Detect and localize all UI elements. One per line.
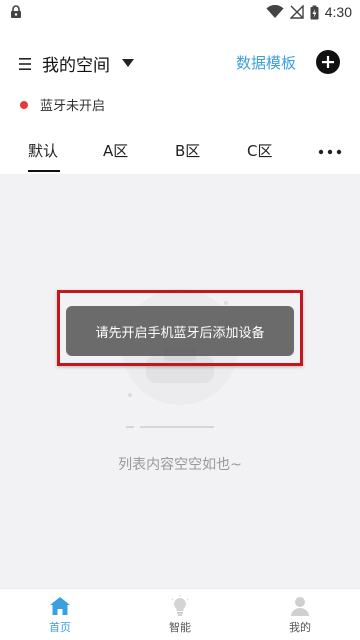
battery-charging-icon bbox=[310, 5, 319, 19]
status-bar: 4:30 bbox=[0, 0, 360, 24]
more-dots-icon[interactable] bbox=[318, 148, 342, 156]
bottom-nav: 首页 智能 我的 bbox=[0, 588, 360, 640]
nav-item-smart[interactable]: 智能 bbox=[120, 589, 240, 640]
toast-message: 请先开启手机蓝牙后添加设备 bbox=[66, 306, 294, 356]
no-signal-icon bbox=[289, 5, 304, 19]
header: 我的空间 数据模板 蓝牙未开启 默认 A区 B区 C区 bbox=[0, 24, 360, 174]
nav-item-home[interactable]: 首页 bbox=[0, 589, 120, 640]
bluetooth-status: 蓝牙未开启 bbox=[0, 94, 200, 116]
wifi-icon bbox=[266, 5, 284, 18]
nav-label-mine: 我的 bbox=[289, 621, 311, 634]
user-icon bbox=[291, 597, 309, 616]
nav-label-home: 首页 bbox=[49, 621, 71, 634]
tab-area-a[interactable]: A区 bbox=[103, 140, 128, 161]
lock-icon bbox=[11, 5, 21, 18]
toast-text: 请先开启手机蓝牙后添加设备 bbox=[95, 325, 265, 341]
add-button[interactable] bbox=[316, 50, 340, 74]
data-template-link[interactable]: 数据模板 bbox=[236, 52, 296, 73]
bulb-icon bbox=[171, 595, 189, 616]
nav-item-mine[interactable]: 我的 bbox=[240, 589, 360, 640]
area-tabs: 默认 A区 B区 C区 bbox=[0, 136, 360, 174]
bluetooth-status-dot bbox=[20, 101, 28, 109]
caret-down-icon[interactable] bbox=[121, 58, 135, 68]
space-title[interactable]: 我的空间 bbox=[42, 51, 110, 76]
tab-active-indicator bbox=[28, 170, 60, 172]
tab-default[interactable]: 默认 bbox=[28, 140, 58, 161]
bluetooth-status-text: 蓝牙未开启 bbox=[40, 99, 106, 114]
menu-icon[interactable] bbox=[18, 56, 32, 72]
space-selector-row: 我的空间 数据模板 bbox=[0, 48, 360, 80]
tab-area-b[interactable]: B区 bbox=[175, 140, 200, 161]
nav-label-smart: 智能 bbox=[169, 621, 191, 634]
empty-list-text: 列表内容空空如也~ bbox=[118, 457, 242, 473]
tab-area-c[interactable]: C区 bbox=[247, 140, 272, 161]
home-icon bbox=[50, 597, 70, 615]
add-icon bbox=[322, 56, 334, 68]
status-time: 4:30 bbox=[324, 4, 352, 20]
